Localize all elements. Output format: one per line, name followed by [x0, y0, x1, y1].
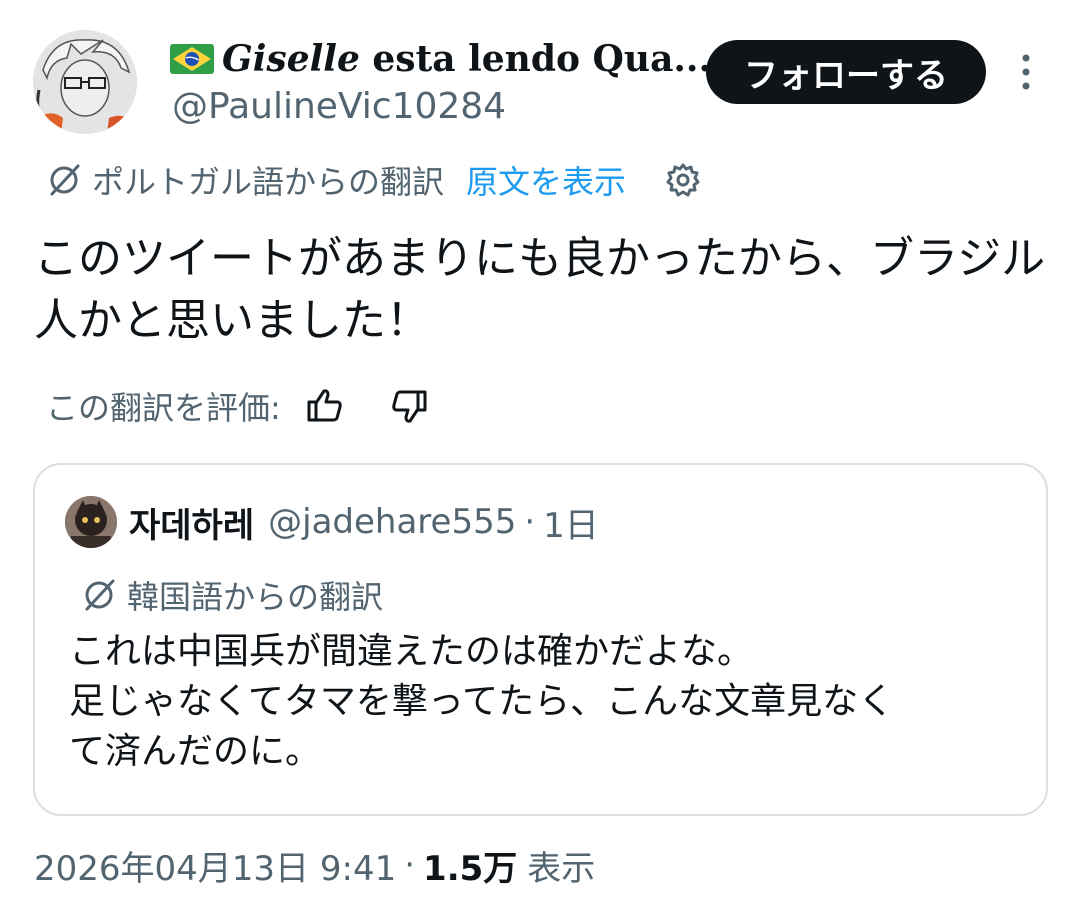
tweet-date[interactable]: 2026年04月13日 9:41: [34, 841, 396, 890]
quoted-author-handle: @jadehare555: [268, 502, 517, 542]
more-dots-icon[interactable]: [1010, 50, 1042, 94]
author-display-name: Giselle esta lendo Qua...: [222, 38, 711, 80]
views-label: 表示: [527, 848, 596, 889]
translation-label: ポルトガル語からの翻訳: [92, 163, 445, 201]
footer-separator: ·: [404, 845, 416, 885]
author-avatar[interactable]: [33, 30, 137, 134]
tweet-text: このツイートがあまりにも良かったから、ブラジル人かと思いました！: [34, 233, 1046, 346]
gear-icon[interactable]: [664, 161, 702, 199]
quoted-text-line: これは中国兵が間違えたのは確かだよな。: [69, 631, 754, 672]
views-count: 1.5万: [423, 848, 518, 889]
thumbs-down-icon[interactable]: [389, 386, 429, 426]
quoted-tweet-card[interactable]: 자데하레 @jadehare555 · 1日 韓国語からの翻訳 これは中国兵が間…: [33, 463, 1048, 816]
rate-translation-label: この翻訳を評価:: [46, 389, 281, 427]
follow-button[interactable]: フォローする: [706, 40, 986, 104]
translation-row: ポルトガル語からの翻訳 原文を表示: [46, 158, 702, 202]
quoted-translation-label: 韓国語からの翻訳: [127, 578, 384, 616]
show-original-link[interactable]: 原文を表示: [466, 157, 626, 203]
translate-icon: [46, 162, 82, 198]
quoted-tweet-text: これは中国兵が間違えたのは確かだよな。 足じゃなくてタマを撃ってたら、こんな文章…: [69, 627, 1029, 777]
quoted-timestamp[interactable]: 1日: [543, 498, 599, 547]
thumbs-up-icon[interactable]: [305, 386, 345, 426]
quoted-tweet-header: 자데하레 @jadehare555 · 1日: [65, 495, 599, 549]
quoted-translation-row: 韓国語からの翻訳: [81, 573, 383, 617]
translate-icon: [81, 577, 117, 613]
tweet-footer: 2026年04月13日 9:41 · 1.5万 表示: [34, 841, 596, 890]
quoted-separator: ·: [524, 502, 536, 542]
quoted-author-avatar[interactable]: [65, 496, 117, 548]
quoted-text-line: 足じゃなくてタマを撃ってたら、こんな文章見なく: [69, 681, 895, 722]
brazil-flag-icon: [170, 44, 214, 74]
rate-translation-row: この翻訳を評価:: [46, 382, 429, 430]
author-display-name-rest: esta lendo Qua...: [372, 38, 711, 80]
quoted-author-name: 자데하레: [129, 505, 255, 546]
quoted-text-line: て済んだのに。: [69, 731, 322, 772]
author-display-name-first: Giselle: [222, 38, 360, 80]
author-name-line[interactable]: Giselle esta lendo Qua...: [170, 36, 711, 82]
author-handle[interactable]: @PaulineVic10284: [172, 86, 506, 127]
